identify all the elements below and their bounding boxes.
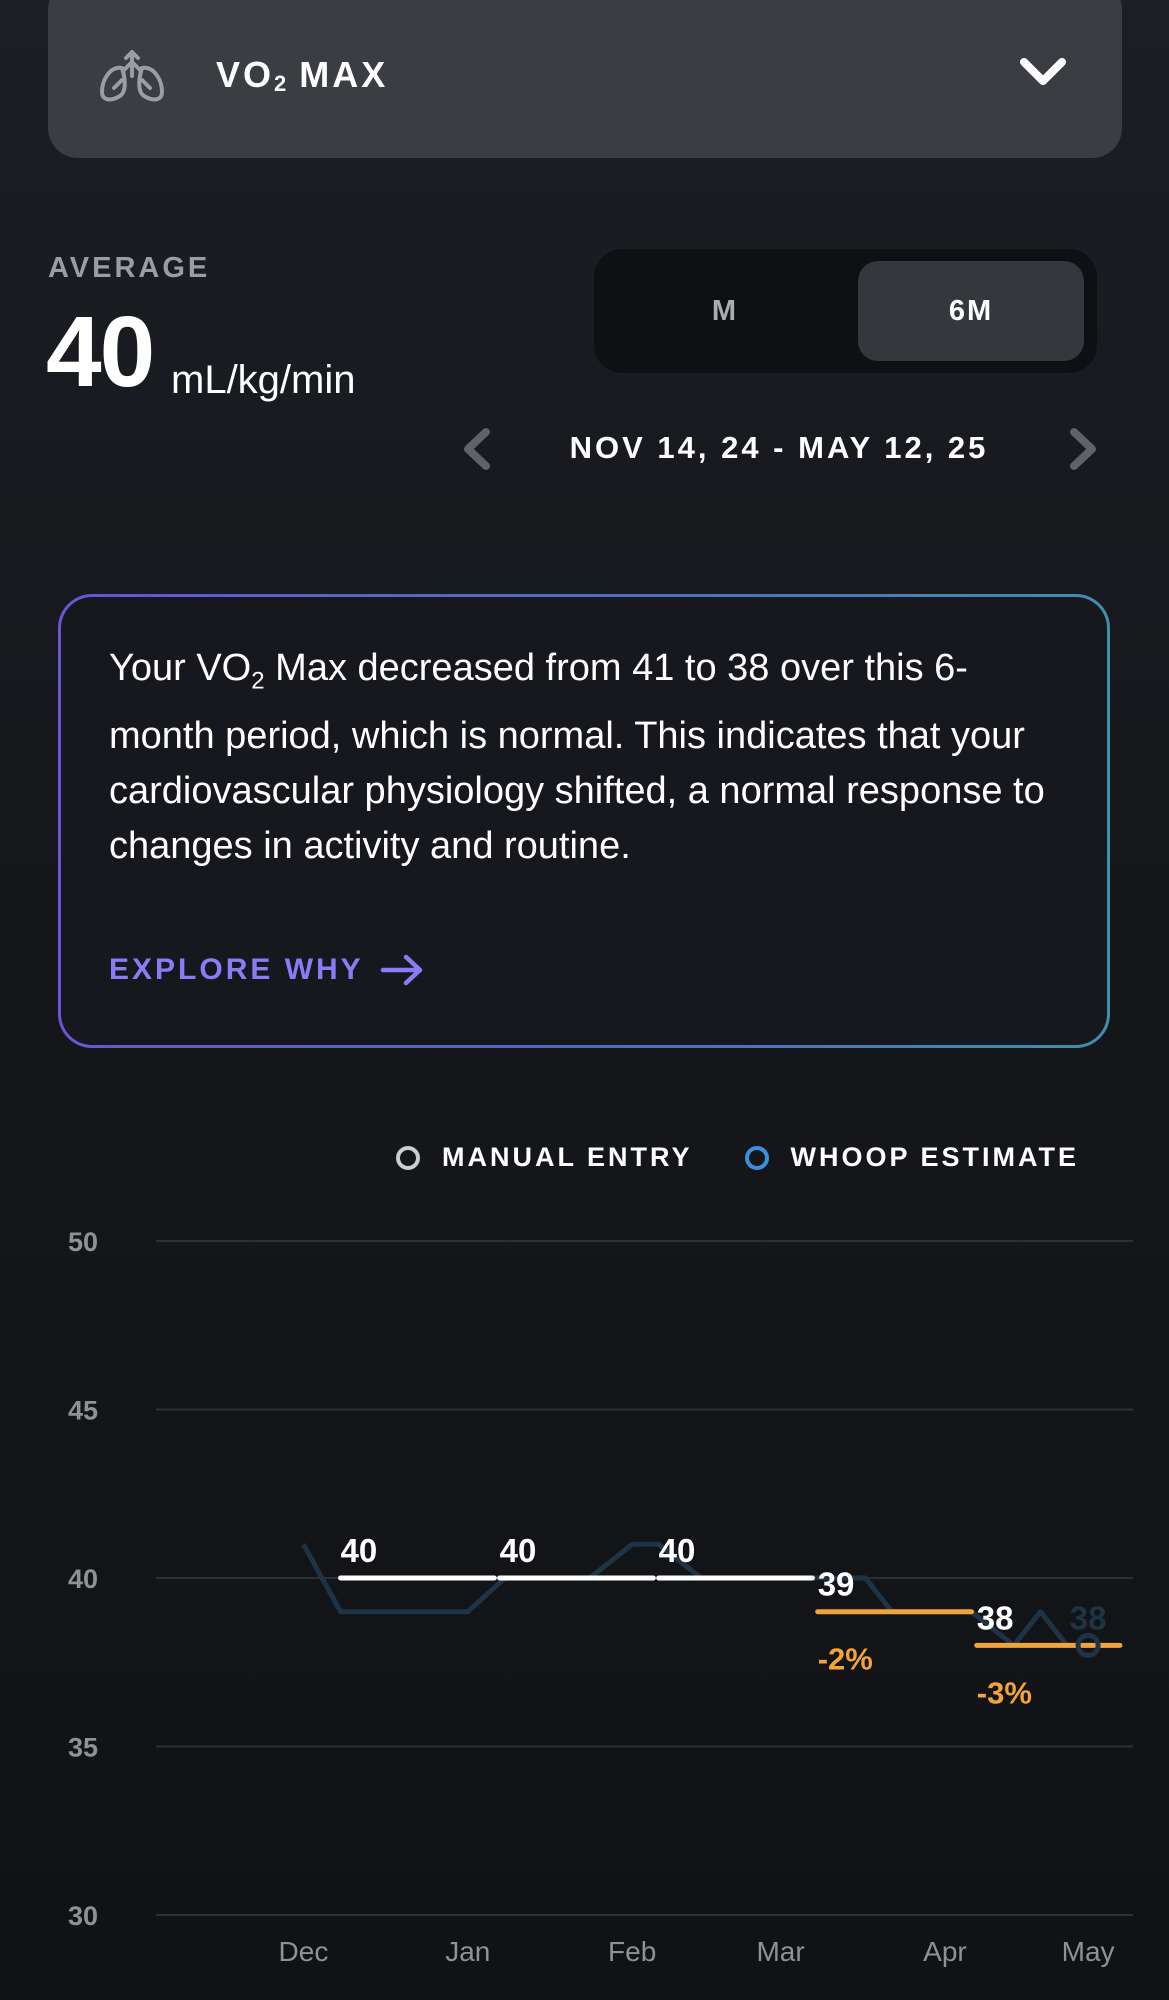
insight-text: Your VO2 Max decreased from 41 to 38 ove… <box>109 647 1045 867</box>
average-label: 39 <box>818 1566 855 1603</box>
y-tick-label: 40 <box>68 1564 98 1594</box>
average-label: 40 <box>659 1532 696 1569</box>
legend-manual-entry: MANUAL ENTRY <box>396 1142 693 1173</box>
chevron-down-icon[interactable] <box>1018 54 1068 90</box>
average-label: 40 <box>500 1532 537 1569</box>
average-label: 40 <box>341 1532 378 1569</box>
y-tick-label: 35 <box>68 1733 98 1763</box>
x-tick-label: Mar <box>756 1936 804 1967</box>
x-tick-label: Apr <box>923 1936 967 1967</box>
vo2-max-chart: 50 45 40 35 30 Dec Jan Feb Mar Apr May 40 40 40 39 -2% 3… <box>68 1227 1133 1967</box>
range-option-6m[interactable]: 6M <box>858 261 1084 361</box>
insight-card: Your VO2 Max decreased from 41 to 38 ove… <box>58 594 1110 1048</box>
average-label: 38 <box>977 1599 1014 1636</box>
average-label: AVERAGE <box>48 252 211 284</box>
lungs-icon <box>100 50 164 102</box>
arrow-right-icon <box>380 954 422 986</box>
chevron-left-icon[interactable] <box>458 426 494 472</box>
average-unit: mL/kg/min <box>171 358 356 402</box>
whoop-estimate-line <box>301 1541 1089 1648</box>
x-tick-label: Feb <box>608 1936 656 1967</box>
range-toggle: M 6M <box>594 249 1097 373</box>
x-tick-label: May <box>1062 1936 1115 1967</box>
metric-selector[interactable] <box>48 0 1122 158</box>
explore-why-link[interactable]: EXPLORE WHY <box>109 953 426 987</box>
latest-estimate-label: 38 <box>1070 1599 1107 1636</box>
legend-whoop-estimate: WHOOP ESTIMATE <box>744 1142 1080 1173</box>
x-tick-label: Dec <box>279 1936 329 1967</box>
change-label: -2% <box>818 1642 873 1677</box>
y-tick-label: 50 <box>68 1227 98 1257</box>
change-label: -3% <box>977 1675 1032 1710</box>
range-option-m[interactable]: M <box>612 261 838 361</box>
date-range: NOV 14, 24 - MAY 12, 25 <box>569 430 989 465</box>
chevron-right-icon[interactable] <box>1066 426 1102 472</box>
metric-title[interactable]: VO2 MAX <box>216 54 388 97</box>
manual-entry-dot-icon <box>396 1145 420 1170</box>
x-tick-label: Jan <box>445 1936 490 1967</box>
whoop-estimate-dot-icon <box>744 1145 769 1170</box>
y-tick-label: 30 <box>68 1901 98 1931</box>
average-value: 40 <box>46 296 155 408</box>
chart-legend: MANUAL ENTRY WHOOP ESTIMATE <box>396 1142 1079 1173</box>
y-tick-label: 45 <box>68 1396 98 1426</box>
